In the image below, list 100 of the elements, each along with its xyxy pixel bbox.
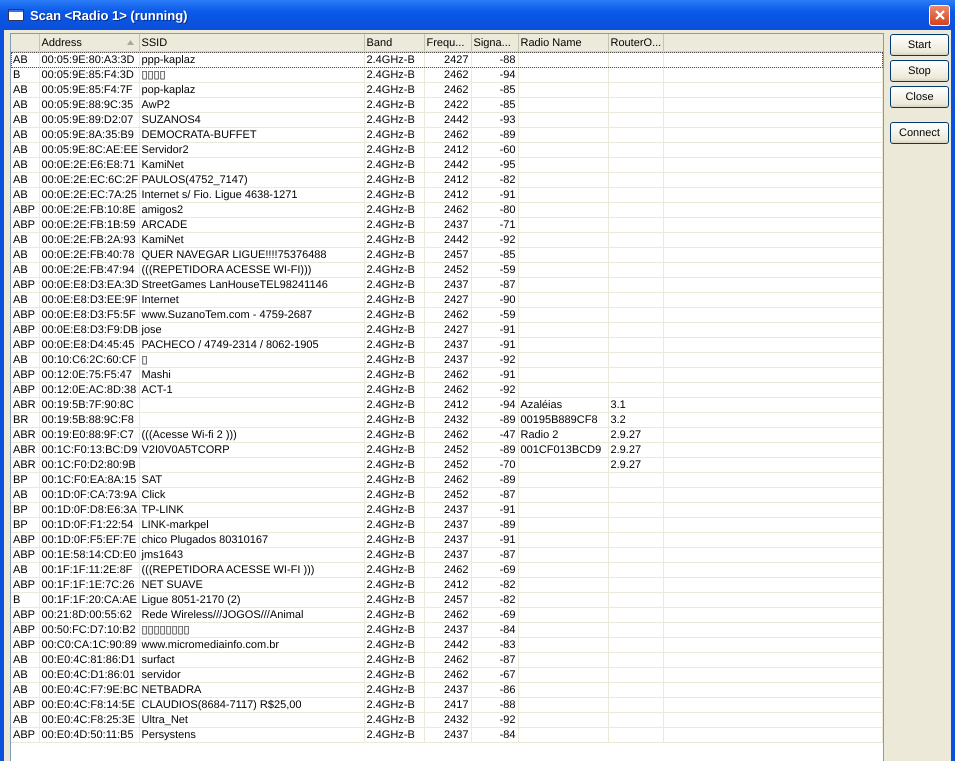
- dialog-button[interactable]: Connect: [890, 122, 949, 144]
- table-cell: 00:12:0E:AC:8D:38: [42, 384, 136, 396]
- table-cell: ACT-1: [142, 384, 173, 396]
- table-row[interactable]: ABP 00:E0:4D:50:11:B5 Persystens 2.4GHz-B 2437 -84: [11, 728, 882, 742]
- table-row[interactable]: AB 00:05:9E:88:9C:35 AwP2 2.4GHz-B 2422 -85: [11, 98, 882, 112]
- table-row[interactable]: AB 00:05:9E:85:F4:7F pop-kaplaz 2.4GHz-B 2462 -85: [11, 82, 882, 98]
- table-cell: 2427: [444, 54, 468, 66]
- table-row[interactable]: ABP 00:0E:E8:D3:F5:5F www.SuzanoTem.com - 4759-2687 2.4GHz-B 2462 -59: [11, 308, 882, 322]
- table-cell: ppp-kaplaz: [142, 54, 196, 66]
- table-cell: -83: [500, 639, 516, 651]
- table-row[interactable]: ABP 00:1D:0F:F5:EF:7E chico Plugados 80310167 2.4GHz-B 2437 -91: [11, 532, 882, 548]
- table-row[interactable]: AB 00:0E:2E:EC:6C:2F PAULOS(4752_7147) 2.4GHz-B 2412 -82: [11, 172, 882, 188]
- table-cell: -69: [500, 564, 516, 576]
- table-cell: -91: [500, 504, 516, 516]
- table-row[interactable]: BP 00:1C:F0:EA:8A:15 SAT 2.4GHz-B 2462 -89: [11, 472, 882, 488]
- table-cell: 2.4GHz-B: [366, 384, 415, 396]
- table-row[interactable]: AB 00:0E:E8:D3:EE:9F Internet 2.4GHz-B 2427 -90: [11, 292, 882, 308]
- column-header[interactable]: Band: [364, 34, 424, 52]
- table-cell: 2462: [444, 429, 468, 441]
- table-cell: 00:0E:E8:D3:EA:3D: [42, 279, 138, 291]
- table-row[interactable]: AB 00:1F:1F:11:2E:8F (((REPETIDORA ACESSE WI-FI ))) 2.4GHz-B 2462 -69: [11, 562, 882, 578]
- table-row[interactable]: AB 00:05:9E:8C:AE:EE Servidor2 2.4GHz-B 2412 -60: [11, 142, 882, 158]
- table-cell: 2437: [444, 729, 468, 741]
- table-cell: -90: [500, 294, 516, 306]
- table-cell: 00:05:9E:80:A3:3D: [42, 54, 134, 66]
- table-cell: Internet s/ Fio. Ligue 4638-1271: [142, 189, 298, 201]
- table-row[interactable]: AB 00:0E:2E:FB:47:94 (((REPETIDORA ACESSE WI-FI))) 2.4GHz-B 2452 -59: [11, 262, 882, 278]
- table-cell: 2.4GHz-B: [366, 669, 415, 681]
- table-row[interactable]: ABP 00:C0:CA:1C:90:89 www.micromediainfo.com.br 2.4GHz-B 2442 -83: [11, 638, 882, 652]
- table-row[interactable]: ABP 00:0E:E8:D4:45:45 PACHECO / 4749-2314 / 8062-1905 2.4GHz-B 2437 -91: [11, 338, 882, 352]
- table-row[interactable]: BP 00:1D:0F:D8:E6:3A TP-LINK 2.4GHz-B 2437 -91: [11, 502, 882, 518]
- table-cell: NET SUAVE: [142, 579, 203, 591]
- column-header[interactable]: Radio Name: [518, 34, 608, 52]
- table-row[interactable]: AB 00:1D:0F:CA:73:9A Click 2.4GHz-B 2452 -87: [11, 488, 882, 502]
- table-row[interactable]: AB 00:E0:4C:81:86:D1 surfact 2.4GHz-B 2462 -87: [11, 652, 882, 668]
- table-row[interactable]: ABP 00:0E:2E:FB:10:8E amigos2 2.4GHz-B 2462 -80: [11, 202, 882, 218]
- table-cell: ABP: [13, 339, 36, 351]
- table-row[interactable]: AB 00:E0:4C:F8:25:3E Ultra_Net 2.4GHz-B 2432 -92: [11, 712, 882, 728]
- table-row[interactable]: AB 00:0E:2E:EC:7A:25 Internet s/ Fio. Ligue 4638-1271 2.4GHz-B 2412 -91: [11, 188, 882, 202]
- column-header[interactable]: Address: [39, 34, 139, 52]
- column-header[interactable]: RouterO...: [608, 34, 663, 52]
- table-cell: 2.4GHz-B: [366, 429, 415, 441]
- table-row[interactable]: ABP 00:0E:E8:D3:F9:DB jose 2.4GHz-B 2427 -91: [11, 322, 882, 338]
- table-cell: ABP: [13, 729, 36, 741]
- table-cell: 00:0E:E8:D3:F5:5F: [42, 309, 136, 321]
- table-row[interactable]: ABP 00:0E:E8:D3:EA:3D StreetGames LanHouseTEL98241146 2.4GHz-B 2437 -87: [11, 278, 882, 292]
- table-cell: -92: [500, 384, 516, 396]
- table-cell: AB: [13, 129, 28, 141]
- table-row[interactable]: ABR 00:1C:F0:13:BC:D9 V2I0V0A5TCORP 2.4GHz-B 2452 -89 001CF013BCD9 2.9.27: [11, 442, 882, 458]
- dialog-button[interactable]: Close: [890, 86, 949, 108]
- dialog-button[interactable]: Start: [890, 34, 949, 56]
- table-row[interactable]: BP 00:1D:0F:F1:22:54 LINK-markpel 2.4GHz-B 2437 -89: [11, 518, 882, 532]
- table-cell: 2427: [444, 294, 468, 306]
- table-row[interactable]: ABR 00:1C:F0:D2:80:9B 2.4GHz-B 2452 -70 2.9.27: [11, 458, 882, 472]
- table-row[interactable]: AB 00:0E:2E:E6:E8:71 KamiNet 2.4GHz-B 2442 -95: [11, 158, 882, 172]
- table-cell: -85: [500, 99, 516, 111]
- table-row[interactable]: ABP 00:1F:1F:1E:7C:26 NET SUAVE 2.4GHz-B 2412 -82: [11, 578, 882, 592]
- table-cell: AB: [13, 99, 28, 111]
- table-cell: -47: [500, 429, 516, 441]
- column-header[interactable]: SSID: [139, 34, 364, 52]
- table-row[interactable]: ABP 00:E0:4C:F8:14:5E CLAUDIOS(8684-7117) R$25,00 2.4GHz-B 2417 -88: [11, 698, 882, 712]
- dialog-button[interactable]: Stop: [890, 60, 949, 82]
- table-row[interactable]: AB 00:05:9E:80:A3:3D ppp-kaplaz 2.4GHz-B 2427 -88: [11, 52, 882, 68]
- table-row[interactable]: ABP 00:50:FC:D7:10:B2 ▯▯▯▯▯▯▯▯ 2.4GHz-B 2437 -84: [11, 622, 882, 638]
- table-row[interactable]: B 00:05:9E:85:F4:3D ▯▯▯▯ 2.4GHz-B 2462 -94: [11, 68, 882, 82]
- table-row[interactable]: ABP 00:1E:58:14:CD:E0 jms1643 2.4GHz-B 2437 -87: [11, 548, 882, 562]
- table-cell: AB: [13, 249, 28, 261]
- table-cell: 2.4GHz-B: [366, 414, 415, 426]
- column-header[interactable]: Signa...: [471, 34, 518, 52]
- table-row[interactable]: ABR 00:19:5B:7F:90:8C 2.4GHz-B 2412 -94 Azaléias 3.1: [11, 398, 882, 412]
- table-cell: AB: [13, 489, 28, 501]
- table-cell: AB: [13, 684, 28, 696]
- table-cell: 00:E0:4C:D1:86:01: [42, 669, 136, 681]
- table-cell: 2.4GHz-B: [366, 624, 415, 636]
- table-row[interactable]: AB 00:E0:4C:D1:86:01 servidor 2.4GHz-B 2462 -67: [11, 668, 882, 682]
- table-cell: 2.4GHz-B: [366, 369, 415, 381]
- table-row[interactable]: ABP 00:21:8D:00:55:62 Rede Wireless///JOGOS///Animal 2.4GHz-B 2462 -69: [11, 608, 882, 622]
- table-cell: 00:0E:2E:E6:E8:71: [42, 159, 136, 171]
- table-row[interactable]: AB 00:0E:2E:FB:2A:93 KamiNet 2.4GHz-B 2442 -92: [11, 232, 882, 248]
- table-row[interactable]: AB 00:E0:4C:F7:9E:BC NETBADRA 2.4GHz-B 2437 -86: [11, 682, 882, 698]
- table-row[interactable]: ABP 00:12:0E:75:F5:47 Mashi 2.4GHz-B 2462 -91: [11, 368, 882, 382]
- table-cell: Mashi: [142, 369, 171, 381]
- table-cell: AB: [13, 174, 28, 186]
- table-row[interactable]: B 00:1F:1F:20:CA:AE Ligue 8051-2170 (2) 2.4GHz-B 2457 -82: [11, 592, 882, 608]
- table-row[interactable]: BR 00:19:5B:88:9C:F8 2.4GHz-B 2432 -89 00195B889CF8 3.2: [11, 412, 882, 428]
- table-cell: -92: [500, 354, 516, 366]
- table-row[interactable]: AB 00:10:C6:2C:60:CF ▯ 2.4GHz-B 2437 -92: [11, 352, 882, 368]
- table-cell: 2.4GHz-B: [366, 729, 415, 741]
- table-cell: 2.4GHz-B: [366, 594, 415, 606]
- table-row[interactable]: AB 00:05:9E:89:D2:07 SUZANOS4 2.4GHz-B 2442 -93: [11, 112, 882, 128]
- close-icon[interactable]: [929, 4, 950, 26]
- table-row[interactable]: ABR 00:19:E0:88:9F:C7 (((Acesse Wi-fi 2 ))) 2.4GHz-B 2462 -47 Radio 2 2.9.27: [11, 428, 882, 442]
- table-row[interactable]: ABP 00:0E:2E:FB:1B:59 ARCADE 2.4GHz-B 2437 -71: [11, 218, 882, 232]
- table-row[interactable]: AB 00:05:9E:8A:35:B9 DEMOCRATA-BUFFET 2.4GHz-B 2462 -89: [11, 128, 882, 142]
- column-header[interactable]: Frequ...: [424, 34, 471, 52]
- table-row[interactable]: AB 00:0E:2E:FB:40:78 QUER NAVEGAR LIGUE!!!!75376488 2.4GHz-B 2457 -85: [11, 248, 882, 262]
- table-cell: ABP: [13, 699, 36, 711]
- table-cell: ABR: [13, 399, 36, 411]
- table-cell: -91: [500, 534, 516, 546]
- table-row[interactable]: ABP 00:12:0E:AC:8D:38 ACT-1 2.4GHz-B 2462 -92: [11, 382, 882, 398]
